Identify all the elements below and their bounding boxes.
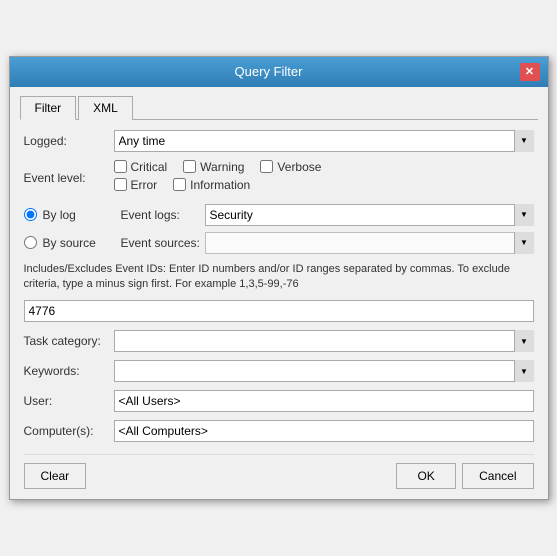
radio-by-log[interactable] xyxy=(24,208,37,221)
radio-by-source[interactable] xyxy=(24,236,37,249)
task-category-label: Task category: xyxy=(24,334,114,348)
task-category-select-wrapper: ▼ xyxy=(114,330,534,352)
computer-input[interactable] xyxy=(114,420,534,442)
checkbox-verbose-label: Verbose xyxy=(277,160,321,174)
keywords-dropdown[interactable] xyxy=(114,360,534,382)
event-sources-label: Event sources: xyxy=(121,236,201,250)
checkbox-group-row2: Error Information xyxy=(114,178,338,196)
event-sources-dropdown[interactable] xyxy=(205,232,534,254)
event-id-row xyxy=(24,300,534,322)
checkbox-error-label: Error xyxy=(131,178,158,192)
keywords-row: Keywords: ▼ xyxy=(24,360,534,382)
event-level-label: Event level: xyxy=(24,171,114,185)
event-logs-select-wrapper: Security Application System ▼ xyxy=(205,204,534,226)
logged-select-wrapper: Any time Last hour Last 12 hours Last 24… xyxy=(114,130,534,152)
by-log-row: By log Event logs: Security Application … xyxy=(24,204,534,226)
bottom-buttons: Clear OK Cancel xyxy=(24,454,534,489)
by-source-row: By source Event sources: ▼ xyxy=(24,232,534,254)
cancel-button[interactable]: Cancel xyxy=(462,463,533,489)
hint-text: Includes/Excludes Event IDs: Enter ID nu… xyxy=(24,262,534,293)
task-category-dropdown[interactable] xyxy=(114,330,534,352)
checkbox-information-label: Information xyxy=(190,178,250,192)
checkbox-critical[interactable] xyxy=(114,160,127,173)
tab-xml[interactable]: XML xyxy=(78,96,133,120)
event-logs-dropdown[interactable]: Security Application System xyxy=(205,204,534,226)
checkbox-warning-label: Warning xyxy=(200,160,244,174)
event-logs-label: Event logs: xyxy=(121,208,201,222)
logged-row: Logged: Any time Last hour Last 12 hours… xyxy=(24,130,534,152)
event-level-label-row: Event level: Critical Warning xyxy=(24,160,534,196)
keywords-select-wrapper: ▼ xyxy=(114,360,534,382)
task-category-row: Task category: ▼ xyxy=(24,330,534,352)
user-row: User: xyxy=(24,390,534,412)
event-level-checkboxes: Critical Warning Verbose xyxy=(114,160,338,196)
query-filter-dialog: Query Filter ✕ Filter XML Logged: Any ti… xyxy=(9,56,549,501)
user-input[interactable] xyxy=(114,390,534,412)
logged-dropdown[interactable]: Any time Last hour Last 12 hours Last 24… xyxy=(114,130,534,152)
dialog-title: Query Filter xyxy=(18,64,520,79)
by-source-label: By source xyxy=(43,236,113,250)
checkbox-critical-label: Critical xyxy=(131,160,168,174)
tab-filter[interactable]: Filter xyxy=(20,96,77,120)
by-log-label: By log xyxy=(43,208,113,222)
checkbox-information-item: Information xyxy=(173,178,250,192)
keywords-label: Keywords: xyxy=(24,364,114,378)
event-id-input[interactable] xyxy=(24,300,534,322)
checkbox-verbose-item: Verbose xyxy=(260,160,321,174)
clear-button[interactable]: Clear xyxy=(24,463,87,489)
checkbox-group-row1: Critical Warning Verbose xyxy=(114,160,338,178)
filter-tab-content: Logged: Any time Last hour Last 12 hours… xyxy=(20,130,538,490)
dialog-body: Filter XML Logged: Any time Last hour La… xyxy=(10,87,548,500)
title-bar: Query Filter ✕ xyxy=(10,57,548,87)
checkbox-critical-item: Critical xyxy=(114,160,168,174)
event-sources-select-wrapper: ▼ xyxy=(205,232,534,254)
computer-label: Computer(s): xyxy=(24,424,114,438)
ok-button[interactable]: OK xyxy=(396,463,456,489)
checkbox-warning-item: Warning xyxy=(183,160,244,174)
checkbox-error[interactable] xyxy=(114,178,127,191)
checkbox-error-item: Error xyxy=(114,178,158,192)
checkbox-information[interactable] xyxy=(173,178,186,191)
logged-label: Logged: xyxy=(24,134,114,148)
checkbox-verbose[interactable] xyxy=(260,160,273,173)
computer-row: Computer(s): xyxy=(24,420,534,442)
user-label: User: xyxy=(24,394,114,408)
checkbox-warning[interactable] xyxy=(183,160,196,173)
tab-bar: Filter XML xyxy=(20,95,538,120)
close-button[interactable]: ✕ xyxy=(520,63,540,81)
